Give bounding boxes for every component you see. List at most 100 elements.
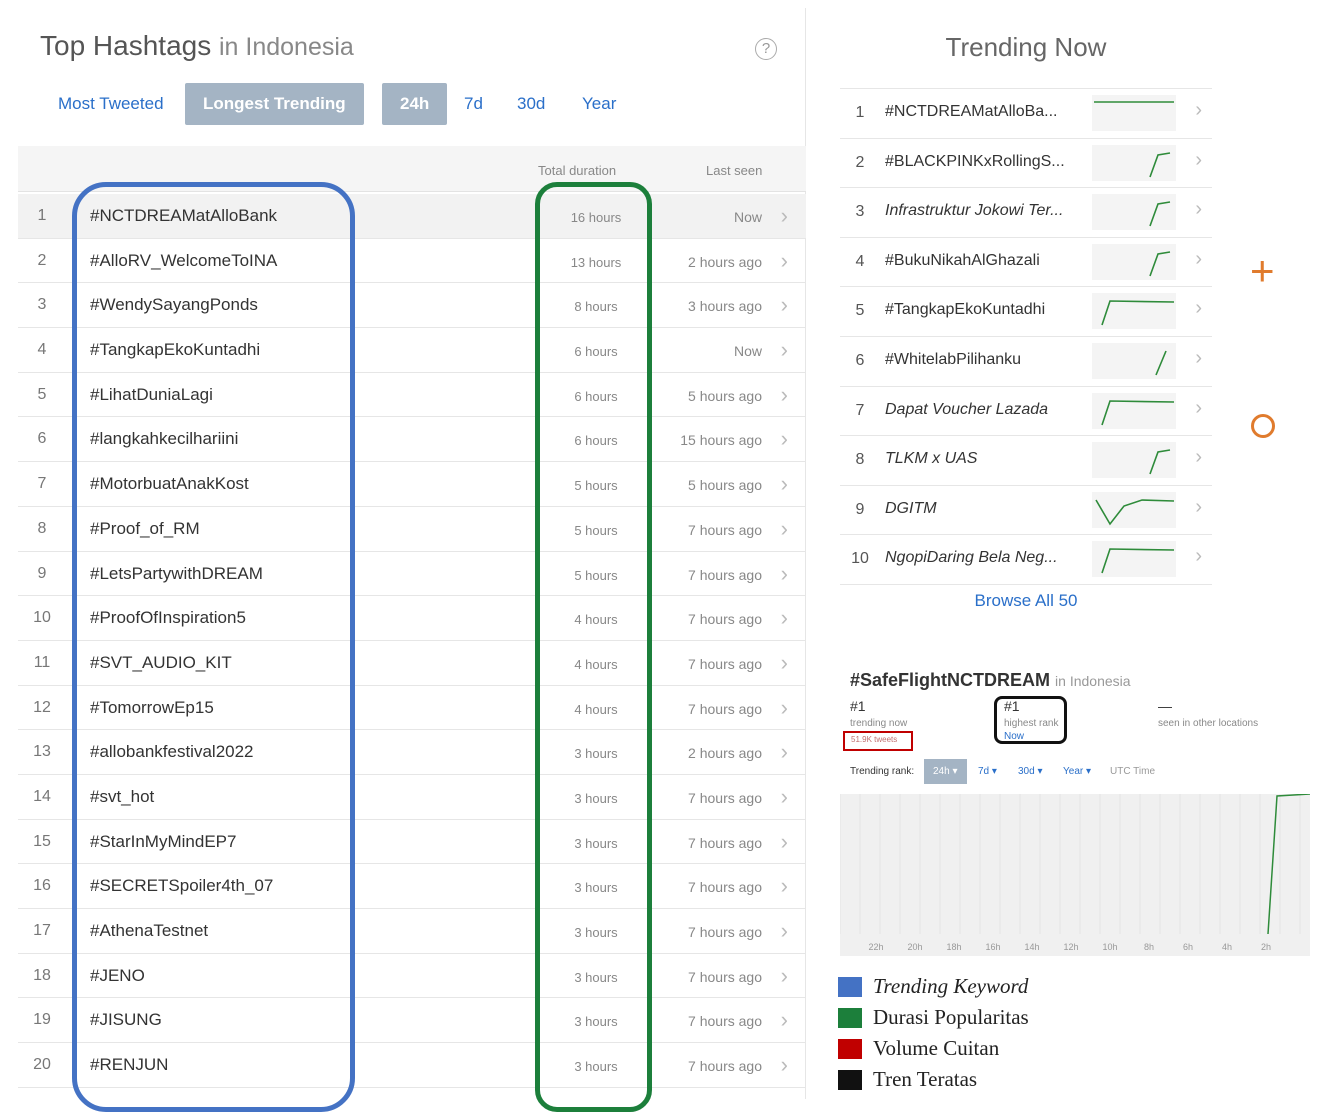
- trending-item[interactable]: 9 DGITM ›: [840, 486, 1212, 536]
- chevron-right-icon[interactable]: ›: [781, 337, 788, 363]
- trending-rank: 9: [855, 500, 865, 518]
- trending-now-value: #1: [850, 698, 866, 714]
- trending-name[interactable]: NgopiDaring Bela Neg...: [885, 549, 1058, 567]
- chevron-right-icon[interactable]: ›: [781, 739, 788, 765]
- trending-item[interactable]: 2 #BLACKPINKxRollingS... ›: [840, 139, 1212, 189]
- rank-tab-year[interactable]: Year ▾: [1063, 766, 1091, 777]
- chevron-right-icon[interactable]: ›: [781, 873, 788, 899]
- chevron-right-icon[interactable]: ›: [781, 382, 788, 408]
- help-icon[interactable]: ?: [755, 38, 777, 60]
- detail-hashtag[interactable]: #SafeFlightNCTDREAM: [850, 670, 1050, 690]
- rank-chart-svg: 22h 20h 18h 16h 14h 12h 10h 8h 6h 4h 2h: [839, 793, 1311, 952]
- chevron-right-icon[interactable]: ›: [781, 695, 788, 721]
- chevron-right-icon[interactable]: ›: [781, 829, 788, 855]
- row-rank: 19: [33, 1011, 51, 1029]
- row-rank: 10: [33, 609, 51, 627]
- trending-now-panel: Trending Now 1 #NCTDREAMatAlloBa... › 2 #BLA…: [840, 8, 1212, 643]
- trending-name[interactable]: DGITM: [885, 500, 937, 518]
- row-last-seen: Now: [733, 343, 762, 360]
- row-rank: 15: [33, 832, 51, 850]
- chevron-right-icon[interactable]: ›: [1195, 99, 1202, 122]
- period-year[interactable]: Year: [582, 83, 616, 125]
- panel-location: in Indonesia: [219, 33, 354, 61]
- trending-item[interactable]: 7 Dapat Voucher Lazada ›: [840, 387, 1212, 437]
- chevron-right-icon[interactable]: ›: [781, 471, 788, 497]
- trending-name[interactable]: #BLACKPINKxRollingS...: [885, 153, 1065, 171]
- chevron-right-icon[interactable]: ›: [781, 561, 788, 587]
- chevron-right-icon[interactable]: ›: [781, 248, 788, 274]
- trending-rank: 4: [855, 252, 865, 270]
- row-last-seen: 7 hours ago: [688, 566, 762, 583]
- chevron-right-icon[interactable]: ›: [1195, 446, 1202, 469]
- trending-item[interactable]: 1 #NCTDREAMatAlloBa... ›: [840, 89, 1212, 139]
- chevron-right-icon[interactable]: ›: [781, 650, 788, 676]
- trending-name[interactable]: #WhitelabPilihanku: [885, 351, 1021, 369]
- chevron-right-icon[interactable]: ›: [781, 426, 788, 452]
- row-rank: 14: [33, 787, 51, 805]
- trending-rank-label: Trending rank:: [850, 766, 915, 777]
- chevron-right-icon[interactable]: ›: [1195, 545, 1202, 568]
- chevron-right-icon[interactable]: ›: [1195, 496, 1202, 519]
- row-rank: 3: [37, 296, 47, 314]
- sparkline: [1092, 144, 1176, 181]
- chevron-right-icon[interactable]: ›: [1195, 248, 1202, 271]
- chevron-right-icon[interactable]: ›: [781, 1052, 788, 1078]
- row-rank: 12: [33, 698, 51, 716]
- row-last-seen: 7 hours ago: [688, 521, 762, 538]
- highest-rank-when[interactable]: Now: [1004, 731, 1024, 742]
- trending-item[interactable]: 10 NgopiDaring Bela Neg... ›: [840, 535, 1212, 585]
- rank-tab-7d[interactable]: 7d ▾: [978, 766, 997, 777]
- chevron-right-icon[interactable]: ›: [781, 963, 788, 989]
- tab-most-tweeted[interactable]: Most Tweeted: [58, 83, 164, 125]
- chevron-right-icon[interactable]: ›: [1195, 397, 1202, 420]
- chevron-right-icon[interactable]: ›: [1195, 297, 1202, 320]
- period-24h[interactable]: 24h: [382, 83, 448, 125]
- x-tick-label: 2h: [1261, 942, 1271, 952]
- chevron-right-icon[interactable]: ›: [1195, 198, 1202, 221]
- legend-swatch: [838, 1070, 862, 1090]
- highest-rank-value: #1: [1004, 698, 1020, 714]
- period-30d[interactable]: 30d: [517, 83, 545, 125]
- trending-item[interactable]: 6 #WhitelabPilihanku ›: [840, 337, 1212, 387]
- trending-rank: 3: [855, 203, 865, 221]
- chevron-right-icon[interactable]: ›: [781, 203, 788, 229]
- trending-item[interactable]: 5 #TangkapEkoKuntadhi ›: [840, 287, 1212, 337]
- legend-label: Trending Keyword: [873, 974, 1029, 998]
- trending-name[interactable]: #TangkapEkoKuntadhi: [885, 301, 1045, 319]
- row-last-seen: 7 hours ago: [688, 834, 762, 851]
- chevron-right-icon[interactable]: ›: [781, 516, 788, 542]
- chevron-right-icon[interactable]: ›: [781, 784, 788, 810]
- row-last-seen: 5 hours ago: [688, 387, 762, 404]
- trending-name[interactable]: Infrastruktur Jokowi Ter...: [885, 202, 1063, 220]
- trending-item[interactable]: 3 Infrastruktur Jokowi Ter... ›: [840, 188, 1212, 238]
- trending-name[interactable]: Dapat Voucher Lazada: [885, 401, 1048, 419]
- tweet-count: 51.9K tweets: [851, 735, 898, 744]
- trending-now-title: Trending Now: [945, 32, 1107, 62]
- chevron-right-icon[interactable]: ›: [781, 605, 788, 631]
- trending-item[interactable]: 8 TLKM x UAS ›: [840, 436, 1212, 486]
- rank-tab-24h-label: 24h: [933, 766, 950, 777]
- trending-now-label: trending now: [850, 718, 908, 729]
- trending-name[interactable]: #NCTDREAMatAlloBa...: [885, 103, 1058, 121]
- trending-name[interactable]: TLKM x UAS: [885, 450, 977, 468]
- x-tick-label: 18h: [946, 942, 961, 952]
- period-7d[interactable]: 7d: [464, 83, 483, 125]
- chevron-right-icon[interactable]: ›: [1195, 149, 1202, 172]
- chevron-right-icon[interactable]: ›: [781, 918, 788, 944]
- rank-tab-24h[interactable]: 24h ▾: [924, 759, 967, 784]
- utc-time-toggle[interactable]: UTC Time: [1110, 766, 1155, 777]
- trending-name[interactable]: #BukuNikahAlGhazali: [885, 252, 1040, 270]
- trending-item[interactable]: 4 #BukuNikahAlGhazali ›: [840, 238, 1212, 288]
- legend: Trending Keyword Durasi Popularitas Volume…: [838, 968, 1212, 1099]
- duration-highlight-box: [535, 182, 652, 1112]
- rank-tab-30d[interactable]: 30d ▾: [1018, 766, 1043, 777]
- browse-all-link[interactable]: Browse All 50: [840, 591, 1212, 611]
- x-tick-label: 8h: [1144, 942, 1154, 952]
- trending-rank: 10: [851, 550, 869, 568]
- row-last-seen: 7 hours ago: [688, 1058, 762, 1075]
- chevron-right-icon[interactable]: ›: [781, 1007, 788, 1033]
- row-last-seen: 7 hours ago: [688, 879, 762, 896]
- tab-longest-trending[interactable]: Longest Trending: [185, 83, 364, 125]
- chevron-right-icon[interactable]: ›: [781, 292, 788, 318]
- chevron-right-icon[interactable]: ›: [1195, 347, 1202, 370]
